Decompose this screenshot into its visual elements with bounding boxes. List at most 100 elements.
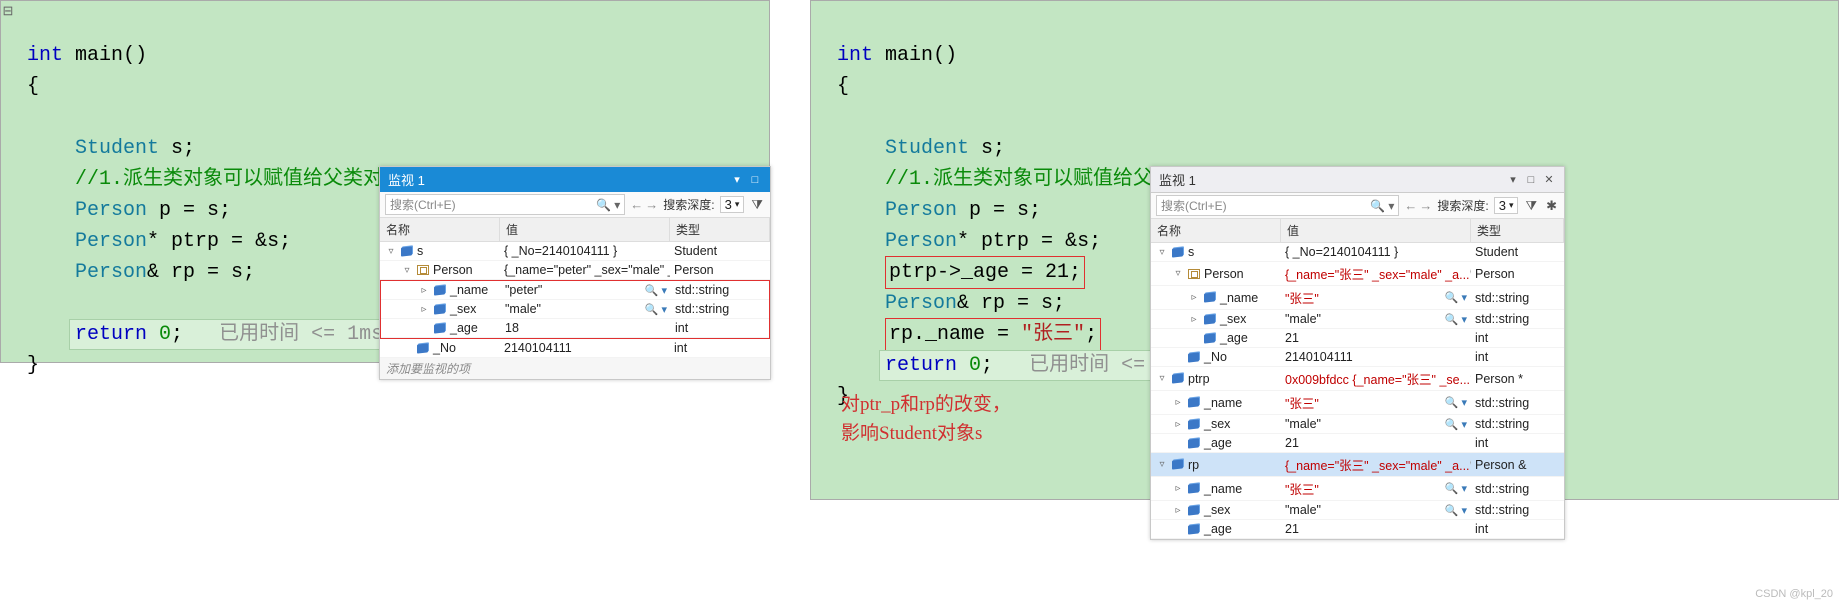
watch-row[interactable]: ▹_name"张三"🔍 ▾std::string (1151, 286, 1564, 310)
watch-row[interactable]: ▿rp{_name="张三" _sex="male" _a...🔍 ▾Perso… (1151, 453, 1564, 477)
nav-fwd-icon[interactable]: → (1419, 198, 1432, 213)
var-name: Person (433, 263, 473, 277)
var-type: std::string (1471, 415, 1564, 433)
depth-select[interactable]: 3▾ (720, 196, 745, 213)
search-icon[interactable]: 🔍 ▾ (596, 198, 620, 212)
tool-icon[interactable]: ✱ (1544, 198, 1559, 214)
expand-icon[interactable]: ▹ (1189, 314, 1199, 325)
expand-icon[interactable]: ▹ (1173, 483, 1183, 494)
search-input[interactable]: 搜索(Ctrl+E) 🔍 ▾ (1156, 195, 1399, 216)
watch-title-text: 监视 1 (1159, 170, 1196, 189)
var-type: int (1471, 520, 1564, 538)
highlighted-stmt-2: rp._name = "张三"; (885, 318, 1101, 351)
var-name: s (1188, 245, 1194, 259)
var-name: _name (1204, 396, 1242, 410)
var-type: Person (1471, 265, 1564, 283)
magnifier-icon[interactable]: 🔍 ▾ (1445, 504, 1467, 517)
maximize-icon[interactable]: □ (748, 173, 762, 187)
expand-icon[interactable]: ▿ (1157, 373, 1167, 384)
expand-icon[interactable]: ▿ (402, 265, 412, 276)
watch-row[interactable]: _age18int (381, 319, 769, 338)
add-watch-prompt[interactable]: 添加要监视的项 (380, 358, 770, 379)
watch-row[interactable]: ▿Person{_name="peter" _sex="male" _a...🔍… (380, 261, 770, 280)
expand-icon[interactable]: ▿ (1157, 247, 1167, 258)
col-type[interactable]: 类型 (1471, 219, 1564, 242)
var-name: _name (450, 283, 488, 297)
watch-row[interactable]: _age21int (1151, 520, 1564, 539)
var-name: _sex (1220, 312, 1246, 326)
collapse-icon[interactable]: ⊟ (1, 3, 15, 19)
watch-row[interactable]: ▿ptrp0x009bfdcc {_name="张三" _se...🔍 ▾Per… (1151, 367, 1564, 391)
dropdown-icon[interactable]: ▾ (1506, 173, 1520, 187)
expand-icon[interactable]: ▹ (1173, 419, 1183, 430)
dropdown-icon[interactable]: ▾ (730, 173, 744, 187)
col-name[interactable]: 名称 (380, 218, 500, 241)
expand-icon[interactable]: ▹ (1173, 505, 1183, 516)
watch-row[interactable]: ▹_sex"male"🔍 ▾std::string (1151, 310, 1564, 329)
filter-icon[interactable]: ⧩ (1523, 198, 1539, 214)
filter-icon[interactable]: ⧩ (749, 197, 765, 213)
watch-row[interactable]: _No2140104111int (1151, 348, 1564, 367)
watch-row[interactable]: _age21int (1151, 434, 1564, 453)
watch-title-bar[interactable]: 监视 1 ▾ □ (380, 167, 770, 192)
watch-row[interactable]: ▹_sex"male"🔍 ▾std::string (381, 300, 769, 319)
watch-row[interactable]: ▿Person{_name="张三" _sex="male" _a...🔍 ▾P… (1151, 262, 1564, 286)
expand-icon[interactable]: ▹ (1189, 292, 1199, 303)
nav-back-icon[interactable]: ← (630, 197, 643, 212)
var-type: int (1471, 329, 1564, 347)
watermark: CSDN @kpl_20 (1755, 588, 1833, 600)
var-name: _sex (450, 302, 476, 316)
col-value[interactable]: 值 (500, 218, 670, 241)
watch-row[interactable]: _age21int (1151, 329, 1564, 348)
var-type: Person (670, 261, 770, 279)
magnifier-icon[interactable]: 🔍 ▾ (1445, 418, 1467, 431)
expand-icon[interactable]: ▿ (1157, 459, 1167, 470)
nav-fwd-icon[interactable]: → (645, 197, 658, 212)
watch-window-left[interactable]: 监视 1 ▾ □ 搜索(Ctrl+E) 🔍 ▾ ← → 搜索深度: 3▾ ⧩ 名… (379, 166, 771, 380)
watch-row[interactable]: ▹_name"张三"🔍 ▾std::string (1151, 391, 1564, 415)
watch-row[interactable]: ▹_name"peter"🔍 ▾std::string (381, 281, 769, 300)
expand-icon[interactable]: ▹ (1173, 397, 1183, 408)
expand-icon[interactable]: ▿ (1173, 268, 1183, 279)
col-name[interactable]: 名称 (1151, 219, 1281, 242)
close-icon[interactable]: ✕ (1542, 173, 1556, 187)
watch-row[interactable]: ▹_sex"male"🔍 ▾std::string (1151, 501, 1564, 520)
col-value[interactable]: 值 (1281, 219, 1471, 242)
var-name: _No (1204, 350, 1227, 364)
magnifier-icon[interactable]: 🔍 ▾ (1445, 291, 1467, 304)
magnifier-icon[interactable]: 🔍 ▾ (1445, 482, 1467, 495)
var-value: "male" (1285, 417, 1321, 431)
watch-row[interactable]: _No2140104111int (380, 339, 770, 358)
expand-icon[interactable]: ▿ (386, 246, 396, 257)
var-type: int (1471, 348, 1564, 366)
var-value: "张三" (1285, 479, 1319, 498)
magnifier-icon[interactable]: 🔍 ▾ (1445, 396, 1467, 409)
watch-row[interactable]: ▹ _name "张三" 🔍 ▾ std::string (1151, 477, 1564, 501)
expand-icon[interactable]: ▹ (419, 304, 429, 315)
watch-headers: 名称 值 类型 (380, 218, 770, 242)
watch-row[interactable]: ▿ s { _No=2140104111 } Student (1151, 243, 1564, 262)
var-name: _name (1204, 482, 1242, 496)
var-type: std::string (1471, 310, 1564, 328)
watch-title-bar[interactable]: 监视 1 ▾ □ ✕ (1151, 167, 1564, 193)
col-type[interactable]: 类型 (670, 218, 770, 241)
var-type: Student (1471, 243, 1564, 261)
watch-headers: 名称 值 类型 (1151, 219, 1564, 243)
nav-back-icon[interactable]: ← (1404, 198, 1417, 213)
watch-row[interactable]: ▿s{ _No=2140104111 }Student (380, 242, 770, 261)
magnifier-icon[interactable]: 🔍 ▾ (645, 284, 667, 297)
var-type: std::string (1471, 480, 1564, 498)
var-value: { _No=2140104111 } (1285, 245, 1398, 259)
depth-select[interactable]: 3▾ (1494, 197, 1519, 214)
search-input[interactable]: 搜索(Ctrl+E) 🔍 ▾ (385, 194, 625, 215)
var-name: _age (1204, 522, 1232, 536)
watch-window-right[interactable]: 监视 1 ▾ □ ✕ 搜索(Ctrl+E) 🔍 ▾ ← → 搜索深度: 3▾ ⧩… (1150, 166, 1565, 540)
var-name: ptrp (1188, 372, 1210, 386)
watch-row[interactable]: ▹_sex"male"🔍 ▾std::string (1151, 415, 1564, 434)
magnifier-icon[interactable]: 🔍 ▾ (1445, 313, 1467, 326)
expand-icon[interactable]: ▹ (419, 285, 429, 296)
maximize-icon[interactable]: □ (1524, 173, 1538, 187)
var-value: 2140104111 (504, 341, 572, 355)
search-icon[interactable]: 🔍 ▾ (1370, 199, 1394, 213)
magnifier-icon[interactable]: 🔍 ▾ (645, 303, 667, 316)
